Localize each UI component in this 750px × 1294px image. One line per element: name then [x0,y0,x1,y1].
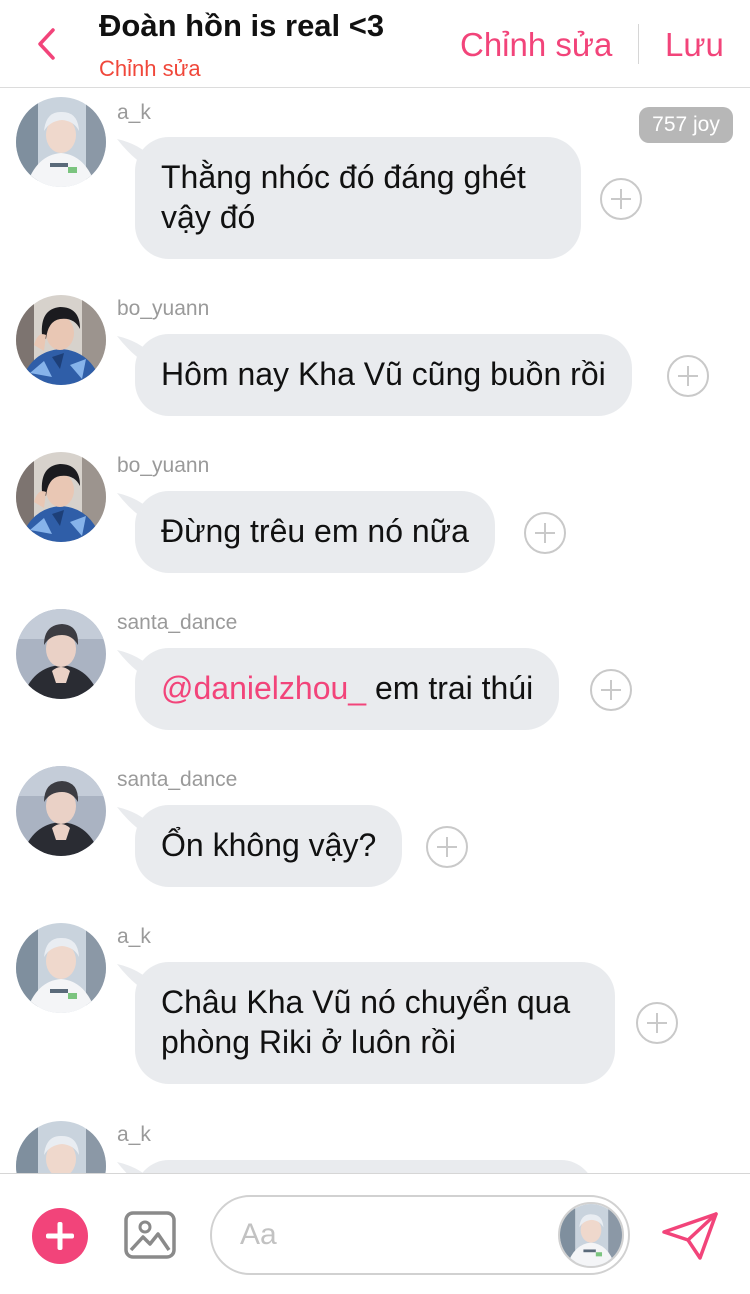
message-username: a_k [117,1123,151,1146]
avatar[interactable] [16,1121,106,1173]
message-item: bo_yuann Đừng trêu em nó nữa [0,446,750,576]
message-bubble[interactable]: Ổn không vậy? [135,805,403,887]
message-bubble[interactable]: Châu Kha Vũ nó chuyển qua phòng Riki ở l… [135,962,615,1084]
identity-avatar[interactable] [558,1202,624,1268]
avatar[interactable] [16,452,106,542]
send-button[interactable] [660,1210,720,1262]
message-bubble[interactable]: Đừng trêu em nó nữa [135,491,495,573]
message-bubble[interactable]: Thằng nhóc đó đáng ghét vậy đó [135,137,581,259]
message-bubble[interactable] [135,1160,595,1173]
message-text-line: Thằng nhóc đó đáng ghét [161,159,526,195]
message-input-container[interactable] [210,1195,630,1275]
message-bubble[interactable]: @danielzhou_ em trai thúi [135,648,560,730]
avatar[interactable] [16,97,106,187]
message-username: santa_dance [117,768,238,791]
message-username: bo_yuann [117,297,210,320]
message-item: a_k [0,1115,750,1173]
message-item: bo_yuann Hôm nay Kha Vũ cũng buồn rồi [0,289,750,419]
message-text-line: phòng Riki ở luôn rồi [161,1024,456,1060]
image-icon [124,1211,176,1259]
avatar[interactable] [16,923,106,1013]
message-item: santa_dance @danielzhou_ em trai thúi [0,603,750,733]
chat-subtitle: Chỉnh sửa [99,56,201,81]
chat-title: Đoàn hồn is real <3 [99,8,385,43]
chat-header: Đoàn hồn is real <3 Chỉnh sửa Chỉnh sửa … [0,0,750,88]
image-button[interactable] [123,1210,177,1260]
avatar[interactable] [16,295,106,385]
message-bubble[interactable]: Hôm nay Kha Vũ cũng buồn rồi [135,334,632,416]
message-username: bo_yuann [117,454,210,477]
react-button[interactable] [667,355,709,397]
message-item: a_k Thằng nhóc đó đáng ghét vậy đó [0,89,750,269]
react-button[interactable] [524,512,566,554]
avatar[interactable] [16,766,106,856]
message-text: em trai thúi [366,670,534,706]
message-username: santa_dance [117,611,238,634]
paper-plane-icon [662,1212,718,1260]
chevron-left-icon [38,28,55,60]
message-text-line: Châu Kha Vũ nó chuyển qua [161,984,571,1020]
back-button[interactable] [26,22,66,66]
message-list[interactable]: 757 joy a_k Thằng nhóc đó đáng ghét vậy … [0,89,750,1173]
composer-bar [0,1173,750,1294]
message-item: santa_dance Ổn không vậy? [0,760,750,890]
message-item: a_k Châu Kha Vũ nó chuyển qua phòng Riki… [0,917,750,1097]
save-button[interactable]: Lưu [665,26,724,64]
message-username: a_k [117,925,151,948]
react-button[interactable] [590,669,632,711]
react-button[interactable] [600,178,642,220]
message-input[interactable] [240,1215,540,1255]
add-button[interactable] [32,1208,88,1264]
header-divider [638,24,639,64]
message-username: a_k [117,101,151,124]
react-button[interactable] [636,1002,678,1044]
avatar[interactable] [16,609,106,699]
edit-button[interactable]: Chỉnh sửa [460,26,612,64]
message-text-line: vậy đó [161,199,256,235]
react-button[interactable] [426,826,468,868]
mention-link[interactable]: @danielzhou_ [161,670,366,706]
